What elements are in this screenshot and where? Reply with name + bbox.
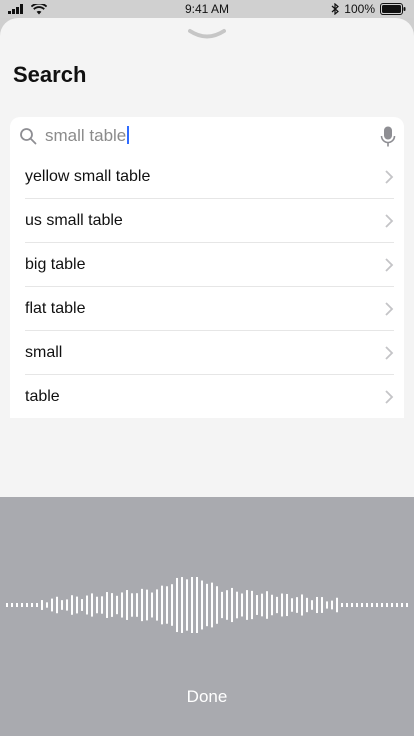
list-item[interactable]: big table bbox=[25, 243, 394, 287]
wifi-icon bbox=[31, 3, 47, 14]
signal-icon bbox=[8, 4, 23, 14]
search-input[interactable]: small table bbox=[10, 117, 404, 155]
search-card: small table yellow small table us small … bbox=[10, 117, 404, 418]
list-item[interactable]: small bbox=[25, 331, 394, 375]
list-item[interactable]: flat table bbox=[25, 287, 394, 331]
status-left bbox=[8, 3, 47, 15]
search-sheet: Search small table yellow small table us… bbox=[0, 18, 414, 497]
list-item[interactable]: yellow small table bbox=[25, 155, 394, 199]
suggestion-list: yellow small table us small table big ta… bbox=[25, 155, 394, 419]
list-item[interactable]: us small table bbox=[25, 199, 394, 243]
chevron-right-icon bbox=[385, 301, 394, 316]
search-icon bbox=[20, 128, 37, 145]
waveform-icon bbox=[6, 577, 408, 633]
text-caret bbox=[127, 126, 130, 144]
chevron-right-icon bbox=[385, 213, 394, 228]
chevron-right-icon bbox=[385, 390, 394, 404]
suggestion-label: small bbox=[25, 343, 63, 361]
chevron-right-icon bbox=[385, 345, 394, 360]
microphone-icon[interactable] bbox=[380, 126, 396, 148]
suggestion-label: table bbox=[25, 388, 60, 405]
voice-input-panel: Done bbox=[0, 497, 414, 736]
suggestion-label: yellow small table bbox=[25, 167, 151, 185]
suggestion-label: flat table bbox=[25, 299, 86, 317]
chevron-right-icon bbox=[385, 169, 394, 184]
suggestion-label: big table bbox=[25, 255, 86, 273]
battery-icon bbox=[380, 3, 406, 15]
bluetooth-icon bbox=[331, 3, 340, 15]
done-button[interactable]: Done bbox=[0, 687, 414, 707]
chevron-down-icon[interactable] bbox=[188, 28, 226, 42]
status-bar: 9:41 AM 100% bbox=[0, 0, 414, 18]
battery-percent: 100% bbox=[344, 2, 375, 16]
suggestion-label: us small table bbox=[25, 211, 123, 229]
status-right: 100% bbox=[331, 2, 406, 16]
page-title: Search bbox=[13, 62, 87, 87]
search-query: small table bbox=[45, 126, 127, 145]
search-input-text[interactable]: small table bbox=[45, 126, 130, 146]
chevron-right-icon bbox=[385, 257, 394, 272]
list-item[interactable]: table bbox=[25, 375, 394, 419]
